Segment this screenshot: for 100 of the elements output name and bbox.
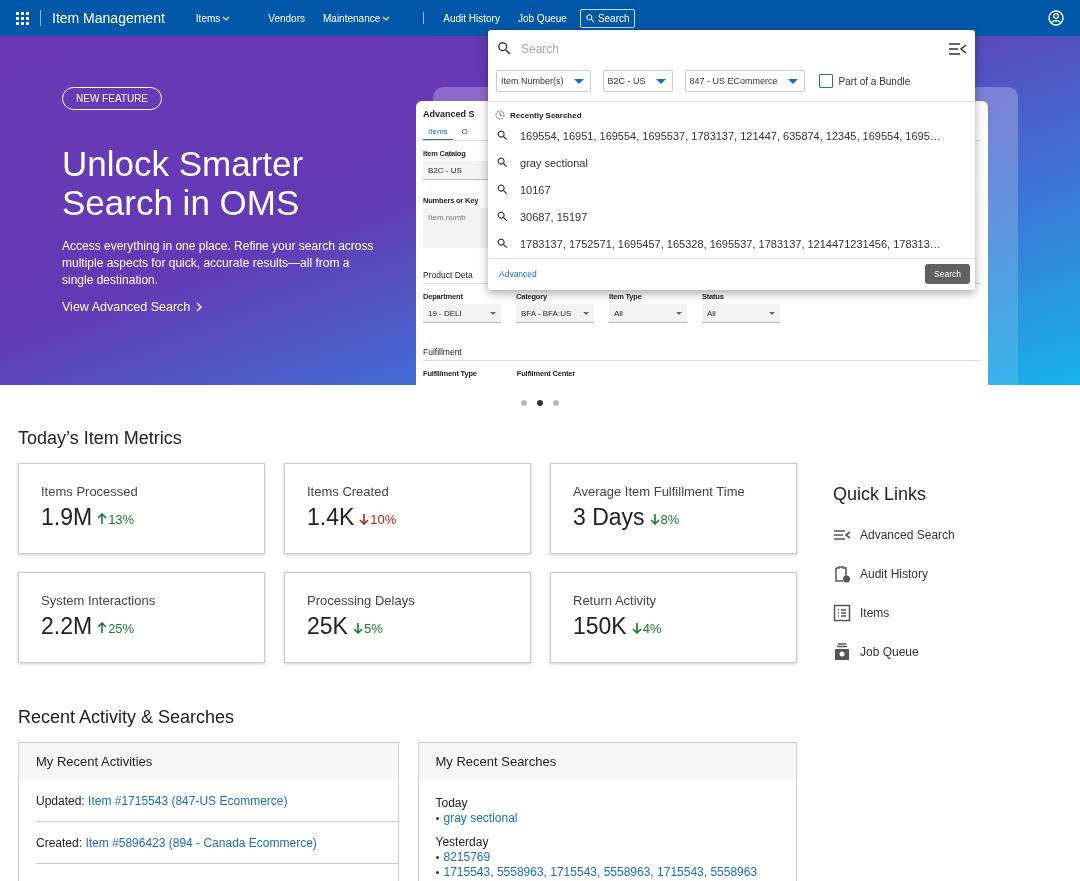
tab-label: Items (423, 124, 453, 140)
caret-icon (787, 78, 798, 84)
quick-link[interactable]: Items (833, 593, 955, 632)
metric-label: Items Created (307, 484, 390, 499)
metric-value: 1.9M (41, 504, 93, 531)
search-icon (496, 40, 513, 57)
metric-value: 3 Days (573, 504, 645, 531)
nav-link[interactable]: Job Queue (512, 8, 572, 28)
checkbox[interactable] (818, 74, 833, 88)
bullet-icon (435, 855, 439, 859)
bullet-icon (435, 870, 439, 874)
search-button[interactable]: Search (925, 264, 970, 284)
recent-search-item[interactable]: 1783137, 1752571, 1695457, 165328, 1695537, 1783137, 1214471231456, 178313… (488, 230, 975, 257)
nav-link[interactable]: Vendors (263, 8, 310, 28)
recent-search-item[interactable]: 169554, 16951, 169554, 1695537, 1783137, 121447, 635874, 12345, 169554, 1695… (488, 122, 975, 149)
hero-description: Access everything in one place. Refine your search across multiple aspects for quick, accurate results—all from a single destination. (62, 238, 375, 289)
search-input[interactable]: Search (521, 41, 881, 56)
metric-value: 150K (573, 613, 627, 640)
metric-value: 1.4K (307, 504, 355, 531)
quick-link[interactable]: Audit History (833, 554, 955, 593)
metric-change: 4% (631, 620, 662, 636)
section-title: Today’s Item Metrics (18, 428, 183, 449)
nav-link[interactable]: Audit History (438, 8, 505, 28)
item-link[interactable]: Item #1715543 (847-US Ecommerce) (88, 794, 288, 808)
carousel-dot[interactable] (537, 400, 543, 406)
tab-label: O (460, 126, 469, 138)
caret-icon (573, 78, 584, 84)
nav-menu[interactable]: Items (190, 8, 236, 28)
group-label: Today (435, 796, 469, 810)
activity-action: Created: (36, 836, 84, 850)
filter-select[interactable]: Item Number(s) (496, 70, 591, 92)
group-label: Yesterday (435, 835, 490, 849)
hero-title: Unlock Smarter Search in OMS (62, 144, 305, 222)
arrow-up-icon (97, 622, 108, 634)
apps-grid-icon[interactable] (16, 11, 29, 25)
search-icon (496, 129, 509, 142)
card-header: My Recent Activities (19, 743, 398, 780)
search-link[interactable]: gray sectional (443, 811, 518, 825)
metric-change: 8% (649, 511, 680, 527)
metric-value: 25K (307, 613, 348, 640)
metric-label: Processing Delays (307, 593, 416, 608)
chevron-down-icon (382, 15, 391, 21)
section-heading: Fulfillment (423, 347, 462, 357)
metric-value: 2.2M (41, 613, 93, 640)
filter-lines-icon (949, 42, 967, 55)
caret-icon (490, 311, 496, 315)
metric-change: 5% (352, 620, 383, 636)
search-link[interactable]: 8215769 (443, 850, 491, 864)
quick-link[interactable]: Job Queue (833, 632, 955, 671)
item-link[interactable]: Item #5896423 (894 - Canada Ecommerce) (85, 836, 317, 850)
quick-link[interactable]: Advanced Search (833, 515, 955, 554)
caret-icon (655, 78, 666, 84)
carousel-dot[interactable] (521, 400, 527, 406)
arrow-up-icon (97, 513, 108, 525)
card-header: My Recent Searches (418, 743, 796, 780)
checkbox-label: Part of a Bundle (838, 75, 911, 87)
search-icon (496, 183, 509, 196)
quick-links-title: Quick Links (833, 484, 928, 505)
clipboard-clock-icon (833, 564, 851, 583)
preview-title: Advanced S (423, 109, 475, 119)
arrow-down-icon (649, 513, 660, 525)
carousel-dot[interactable] (553, 400, 559, 406)
metric-label: Items Processed (41, 484, 139, 499)
filter-select[interactable]: B2C - US (602, 70, 673, 92)
view-advanced-search-link[interactable]: View Advanced Search (62, 300, 203, 314)
arrow-down-icon (359, 513, 370, 525)
metric-change: 13% (97, 511, 135, 527)
placeholder-text: Item numb (428, 213, 466, 222)
recent-search-item[interactable]: 30687, 15197 (488, 203, 975, 230)
bullet-icon (435, 816, 439, 820)
chevron-down-icon (222, 15, 231, 21)
history-icon (495, 110, 505, 120)
caret-icon (769, 311, 775, 315)
caret-icon (676, 311, 682, 315)
queue-stack-icon (833, 642, 851, 661)
nav-search-button[interactable]: Search (579, 8, 635, 28)
search-icon (496, 237, 509, 250)
filter-select[interactable]: 847 - US ECommerce (684, 70, 805, 92)
metric-label: Return Activity (573, 593, 658, 608)
list-icon (833, 603, 851, 622)
caret-icon (583, 311, 589, 315)
chevron-right-icon (196, 302, 203, 312)
metric-label: System Interactions (41, 593, 157, 608)
nav-menu[interactable]: Maintenance (318, 8, 396, 28)
metric-change: 25% (97, 620, 135, 636)
arrow-down-icon (631, 622, 642, 634)
metric-change: 10% (359, 511, 397, 527)
advanced-link[interactable]: Advanced (499, 269, 537, 279)
search-icon (496, 156, 509, 169)
section-heading: Product Deta (423, 270, 473, 280)
user-account-icon[interactable] (1048, 10, 1064, 26)
arrow-down-icon (352, 622, 363, 634)
search-icon (584, 12, 596, 24)
activity-action: Updated: (36, 794, 86, 808)
app-title: Item Management (40, 10, 165, 26)
metric-label: Average Item Fulfillment Time (573, 484, 746, 499)
search-link[interactable]: 1715543, 5558963, 1715543, 5558963, 1715543, 5558963 (443, 865, 758, 879)
search-icon (496, 210, 509, 223)
recently-searched-heading: Recently Searched (510, 110, 582, 120)
section-title: Recent Activity & Searches (18, 707, 236, 728)
